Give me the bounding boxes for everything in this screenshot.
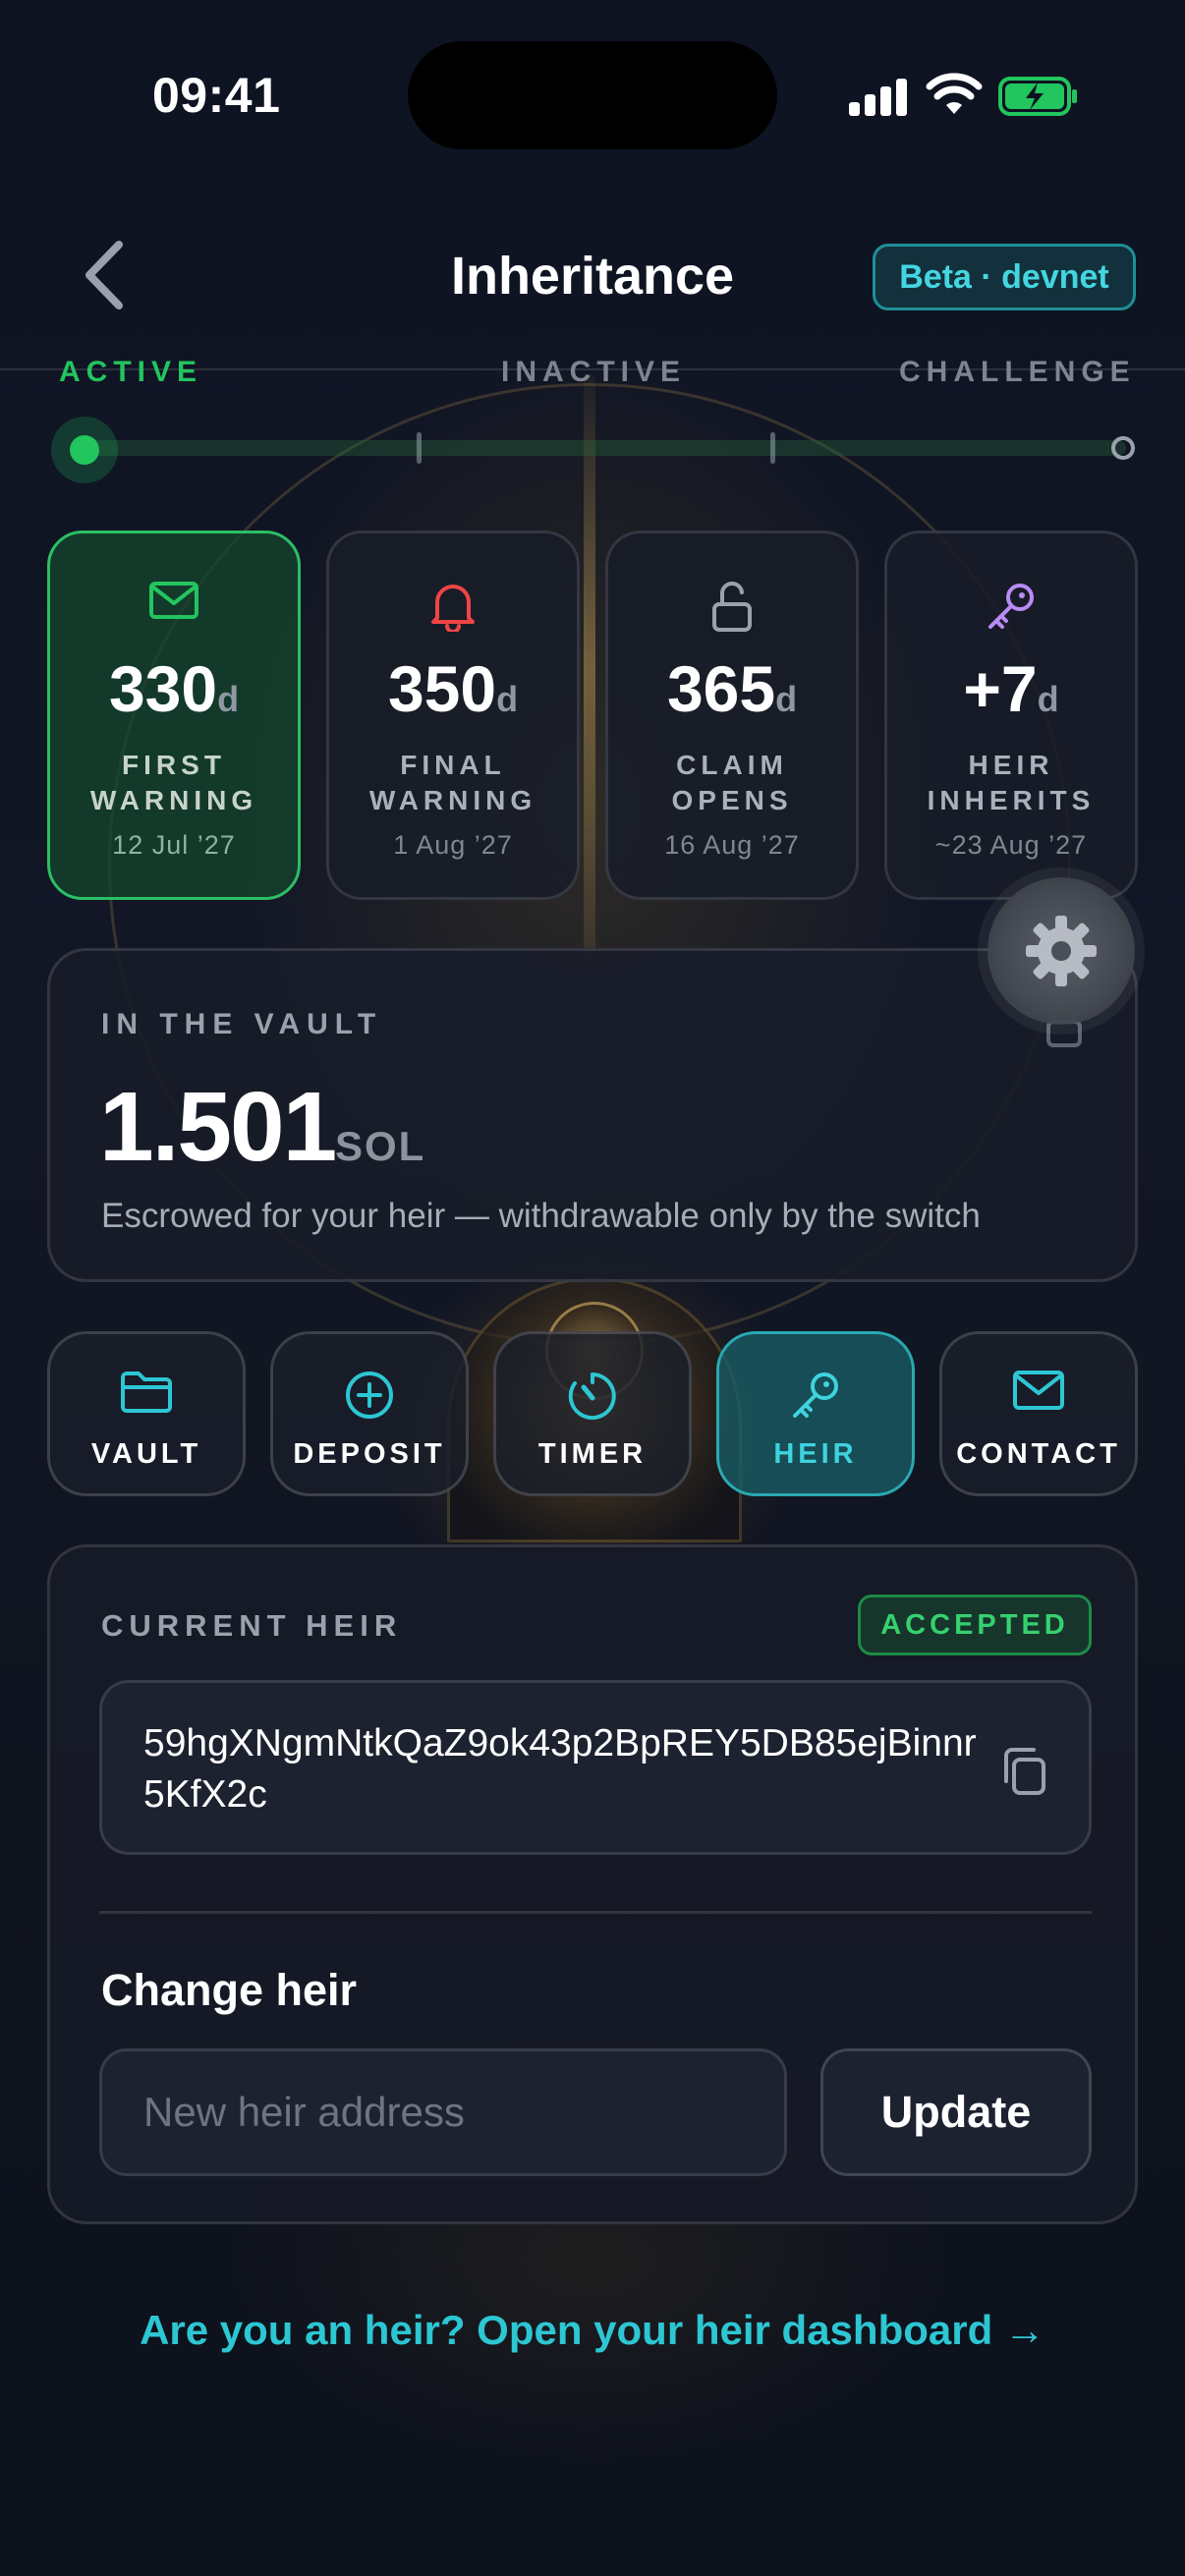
tab-label: VAULT [90,1438,202,1470]
gear-icon [1026,916,1097,986]
battery-charging-icon [998,77,1077,116]
unlock-icon [712,582,752,632]
milestone-date: 12 Jul ’27 [112,830,236,860]
current-heir-label: CURRENT HEIR [101,1608,403,1643]
background-tree-trunk [584,373,595,963]
milestone-date: ~23 Aug ’27 [934,830,1088,860]
heir-dashboard-link[interactable]: Are you an heir? Open your heir dashboar… [0,2307,1185,2354]
envelope-icon [149,582,198,619]
tab-label: TIMER [537,1438,648,1470]
phase-label-challenge: CHALLENGE [899,356,1136,388]
tab-label: DEPOSIT [293,1438,446,1470]
new-heir-address-input[interactable] [99,2048,787,2176]
milestone-date: 16 Aug ’27 [664,830,800,860]
heir-address: 59hgXNgmNtkQaZ9ok43p2BpREY5DB85ejBinnr5K… [143,1722,977,1816]
milestone-label: HEIR INHERITS [927,750,1096,815]
tab-vault[interactable]: VAULT [47,1331,246,1496]
timer-icon [568,1372,616,1420]
settings-button[interactable] [988,877,1135,1025]
phase-label-active: ACTIVE [59,356,203,388]
status-badge: ACCEPTED [858,1595,1092,1655]
envelope-icon [1013,1371,1064,1410]
milestone-unit: d [1037,679,1059,719]
timeline-end-marker [1111,436,1135,460]
tab-label: HEIR [773,1438,858,1470]
vault-amount: 1.501 [99,1072,337,1182]
milestone-final-warning: 350d FINAL WARNING 1 Aug ’27 [326,531,580,900]
milestone-unit: d [217,679,240,719]
milestone-first-warning: 330d FIRST WARNING 12 Jul ’27 [47,531,301,900]
phase-label-inactive: INACTIVE [501,356,687,388]
vault-balance-card: IN THE VAULT 1.501 SOL Escrowed for your… [47,948,1138,1282]
milestone-label: FINAL WARNING [368,750,537,815]
timeline-current-marker [51,417,118,483]
timeline-track [85,440,1126,456]
milestone-value: +7 [963,652,1038,725]
key-icon [793,1372,838,1418]
milestone-unit: d [496,679,519,719]
update-heir-button[interactable]: Update [820,2048,1092,2176]
milestone-value: 365 [666,652,776,725]
tab-deposit[interactable]: DEPOSIT [270,1331,469,1496]
section-divider [99,1911,1092,1914]
milestone-value: 330 [108,652,218,725]
bell-icon [431,585,475,632]
tab-timer[interactable]: TIMER [493,1331,692,1496]
plus-circle-icon [346,1372,393,1419]
copy-icon[interactable] [998,1744,1049,1799]
tab-label: CONTACT [956,1438,1121,1470]
milestone-label: FIRST WARNING [89,750,258,815]
dynamic-island [408,41,777,149]
milestone-value: 350 [387,652,497,725]
key-icon [988,584,1034,629]
heir-address-box: 59hgXNgmNtkQaZ9ok43p2BpREY5DB85ejBinnr5K… [99,1680,1092,1855]
status-time: 09:41 [152,68,281,123]
tab-heir[interactable]: HEIR [716,1331,915,1496]
folder-icon [121,1372,172,1413]
network-badge: Beta · devnet [873,244,1136,310]
vault-caption: Escrowed for your heir — withdrawable on… [101,1197,981,1235]
timeline-tick [417,432,422,464]
current-heir-card: CURRENT HEIR ACCEPTED 59hgXNgmNtkQaZ9ok4… [47,1544,1138,2224]
vault-label: IN THE VAULT [101,1008,383,1040]
milestone-unit: d [775,679,798,719]
milestone-claim-opens: 365d CLAIM OPENS 16 Aug ’27 [605,531,859,900]
timeline-tick [770,432,775,464]
app-screen: 09:41 Inheritance Beta · devnet ACTIVE I… [0,0,1185,2576]
milestone-heir-inherits: +7d HEIR INHERITS ~23 Aug ’27 [884,531,1138,900]
cellular-signal-icon [849,79,908,116]
tab-contact[interactable]: CONTACT [939,1331,1138,1496]
wifi-icon [926,73,983,114]
vault-unit: SOL [335,1123,426,1169]
milestone-label: CLAIM OPENS [671,750,793,815]
change-heir-heading: Change heir [101,1965,358,2015]
milestone-date: 1 Aug ’27 [393,830,513,860]
